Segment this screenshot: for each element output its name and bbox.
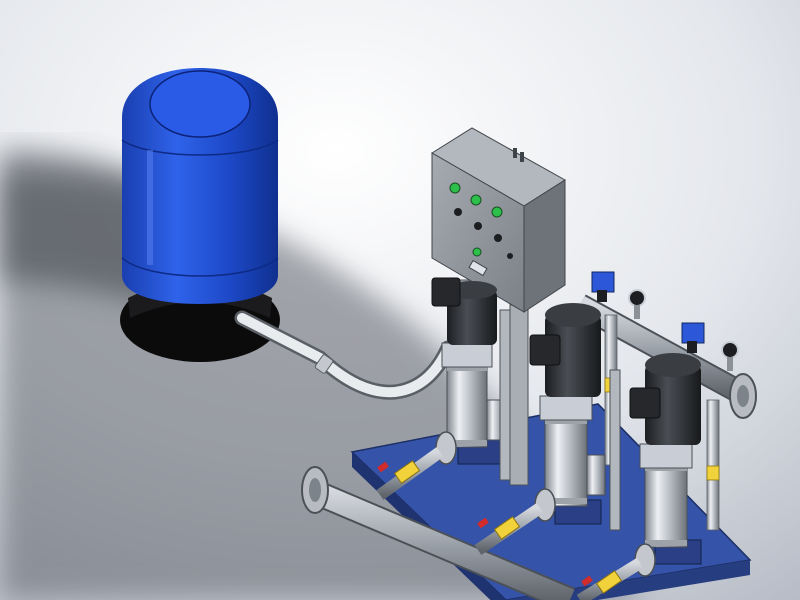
cable-gland: [520, 152, 524, 162]
pipe-flange-icon: [301, 466, 329, 514]
pump-terminal-box: [529, 334, 561, 366]
pump-lantern: [539, 395, 593, 421]
pipe-flange-icon: [729, 373, 757, 419]
pump-casing: [446, 364, 488, 448]
cable-gland: [513, 148, 517, 158]
indicator-green: [449, 182, 461, 194]
valve-yellow-band: [706, 465, 720, 481]
riser-pipe: [706, 399, 720, 531]
booster-pump-skid-cad-render: [0, 0, 800, 600]
pump-motor-cap: [645, 353, 701, 377]
pump-motor-cap: [545, 303, 601, 327]
indicator-green: [472, 247, 482, 257]
selector-switch: [494, 234, 502, 242]
indicator-green: [491, 206, 503, 218]
tank-top-dome: [149, 70, 251, 138]
pump-terminal-box: [629, 387, 661, 419]
indicator-green: [470, 194, 482, 206]
pump-casing: [644, 464, 688, 548]
discharge-port: [586, 454, 606, 496]
cabinet-stand-post: [509, 304, 529, 486]
pump-terminal-box: [431, 277, 461, 307]
selector-switch: [474, 222, 482, 230]
frame-upright: [609, 369, 621, 531]
pump-lantern: [639, 443, 693, 469]
selector-switch: [454, 208, 462, 216]
selector-switch: [507, 253, 513, 259]
frame-upright: [499, 309, 511, 481]
pump-lantern: [441, 342, 493, 368]
pump-band: [645, 540, 687, 546]
